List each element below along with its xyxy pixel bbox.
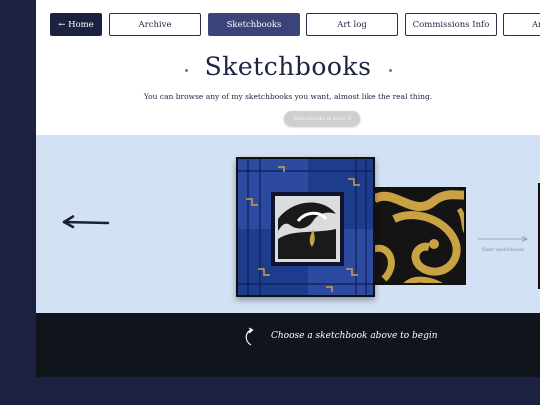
nav-overflow-item[interactable]: Ar bbox=[503, 13, 540, 36]
sketchbook-cover-current[interactable] bbox=[236, 157, 375, 297]
nav-archive[interactable]: Archive bbox=[109, 13, 201, 36]
nav-sketchbooks[interactable]: Sketchbooks bbox=[208, 13, 300, 36]
right-arrow-icon bbox=[478, 236, 528, 242]
curved-arrow-icon bbox=[245, 327, 254, 346]
sketchbook-carousel: Older sketchbooks bbox=[36, 135, 540, 313]
home-button[interactable]: ← Home bbox=[50, 13, 102, 36]
page-title: Sketchbooks bbox=[204, 52, 372, 81]
blue-quilt-cover-art bbox=[238, 159, 373, 295]
title-ornament-left bbox=[184, 69, 188, 72]
older-sketchbooks-link[interactable]: Older sketchbooks bbox=[476, 227, 530, 253]
main-panel: ← Home Archive Sketchbooks Art log Commi… bbox=[36, 0, 540, 377]
nav-art-log[interactable]: Art log bbox=[306, 13, 398, 36]
gold-swirl-cover-art bbox=[374, 189, 464, 283]
nav-commissions-info[interactable]: Commissions Info bbox=[405, 13, 497, 36]
back-arrow-icon[interactable] bbox=[62, 215, 110, 229]
page-subtitle: You can browse any of my sketchbooks you… bbox=[143, 92, 433, 101]
footer-bar: Choose a sketchbook above to begin bbox=[36, 313, 540, 377]
older-sketchbooks-label: Older sketchbooks bbox=[481, 248, 525, 253]
sketchbook-count-badge: Sketchbooks in total: 9 bbox=[284, 111, 360, 126]
sketchbook-cover-older[interactable] bbox=[372, 187, 466, 285]
choose-sketchbook-prompt: Choose a sketchbook above to begin bbox=[271, 331, 438, 341]
page-title-wrap: Sketchbooks bbox=[36, 52, 540, 81]
title-ornament-right bbox=[388, 69, 392, 72]
